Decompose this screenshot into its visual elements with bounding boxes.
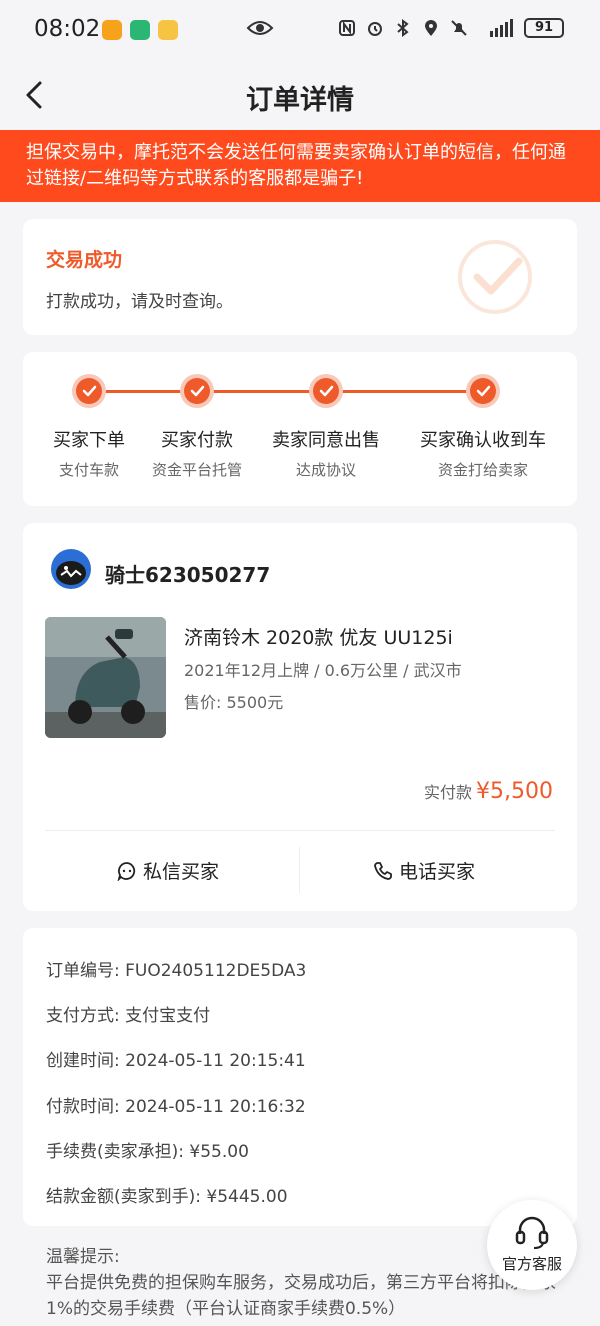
step-label: 卖家同意出售 — [272, 430, 380, 451]
call-buyer-button[interactable]: 电话买家 — [373, 857, 475, 884]
success-check-icon — [458, 240, 532, 314]
step-sub: 达成协议 — [295, 461, 356, 479]
step-sub: 资金打给卖家 — [437, 461, 528, 479]
paid-amount: ¥5,500 — [476, 779, 553, 804]
step-check-icon — [72, 374, 106, 408]
location-icon — [425, 20, 437, 36]
eye-icon — [246, 21, 274, 35]
product-title[interactable]: 济南铃木 2020款 优友 UU125i — [184, 623, 453, 650]
chat-icon — [117, 861, 136, 881]
step-label: 买家付款 — [161, 430, 233, 451]
tips-text: 平台提供免费的担保购车服务，交易成功后，第三方平台将扣除卖家1%的交易手续费（平… — [46, 1273, 556, 1319]
tips-section: 温馨提示: 平台提供免费的担保购车服务，交易成功后，第三方平台将扣除卖家1%的交… — [46, 1244, 556, 1322]
app-notification-icon — [130, 20, 150, 40]
paid-label: 实付款 — [424, 783, 473, 802]
phone-icon — [374, 861, 392, 880]
paid-time: 付款时间: 2024-05-11 20:16:32 — [46, 1097, 306, 1117]
divider — [299, 847, 300, 893]
call-buyer-label: 电话买家 — [399, 861, 476, 883]
customer-service-label: 官方客服 — [501, 1255, 562, 1273]
service-fee: 手续费(卖家承担): ¥55.00 — [46, 1142, 249, 1162]
avatar[interactable] — [51, 549, 91, 589]
divider — [45, 830, 555, 831]
progress-steps-card: 买家下单 支付车款 买家付款 资金平台托管 卖家同意出售 达成协议 买家确认收到… — [23, 352, 577, 506]
nav-bar: 订单详情 — [0, 62, 600, 130]
app-notification-icon — [102, 20, 122, 40]
order-info-card: 订单编号: FUO2405112DE5DA3 支付方式: 支付宝支付 创建时间:… — [23, 928, 577, 1226]
payment-method: 支付方式: 支付宝支付 — [46, 1006, 211, 1026]
created-time: 创建时间: 2024-05-11 20:15:41 — [46, 1051, 306, 1071]
progress-line — [89, 390, 485, 393]
step-label: 买家确认收到车 — [420, 430, 546, 451]
status-card: 交易成功 打款成功，请及时查询。 — [23, 219, 577, 335]
step-check-icon — [309, 374, 343, 408]
order-number: 订单编号: FUO2405112DE5DA3 — [46, 961, 307, 981]
status-icons: 91 — [338, 18, 564, 38]
status-description: 打款成功，请及时查询。 — [46, 292, 233, 312]
page-title: 订单详情 — [246, 85, 354, 116]
battery-indicator: 91 — [524, 18, 564, 38]
status-bar: 08:02 91 — [0, 0, 600, 62]
product-image[interactable] — [45, 617, 166, 738]
mute-bell-icon — [451, 20, 467, 36]
message-buyer-label: 私信买家 — [143, 861, 220, 883]
settlement-amount: 结款金额(卖家到手): ¥5445.00 — [46, 1187, 288, 1207]
warning-banner: 担保交易中，摩托范不会发送任何需要卖家确认订单的短信，任何通过链接/二维码等方式… — [0, 130, 600, 202]
product-card: 骑士623050277 济南铃木 2020款 优友 UU125i 2021年12… — [23, 523, 577, 911]
headset-icon — [515, 1216, 549, 1249]
tips-title: 温馨提示: — [46, 1247, 120, 1267]
step-check-icon — [180, 374, 214, 408]
customer-service-button[interactable]: 官方客服 — [487, 1200, 577, 1290]
status-time: 08:02 — [34, 16, 101, 42]
nfc-icon — [339, 20, 355, 36]
step-check-icon — [466, 374, 500, 408]
alarm-icon — [368, 22, 382, 36]
message-buyer-button[interactable]: 私信买家 — [117, 857, 219, 884]
step-sub: 资金平台托管 — [151, 461, 242, 479]
seller-name[interactable]: 骑士623050277 — [105, 559, 270, 588]
paid-amount-row: 实付款 ¥5,500 — [424, 779, 553, 804]
product-meta: 2021年12月上牌 / 0.6万公里 / 武汉市 — [184, 661, 462, 680]
status-title: 交易成功 — [46, 249, 123, 271]
bluetooth-icon — [397, 19, 409, 37]
product-price: 售价: 5500元 — [184, 693, 284, 712]
app-notification-icon — [158, 20, 178, 40]
signal-icon — [490, 19, 513, 37]
